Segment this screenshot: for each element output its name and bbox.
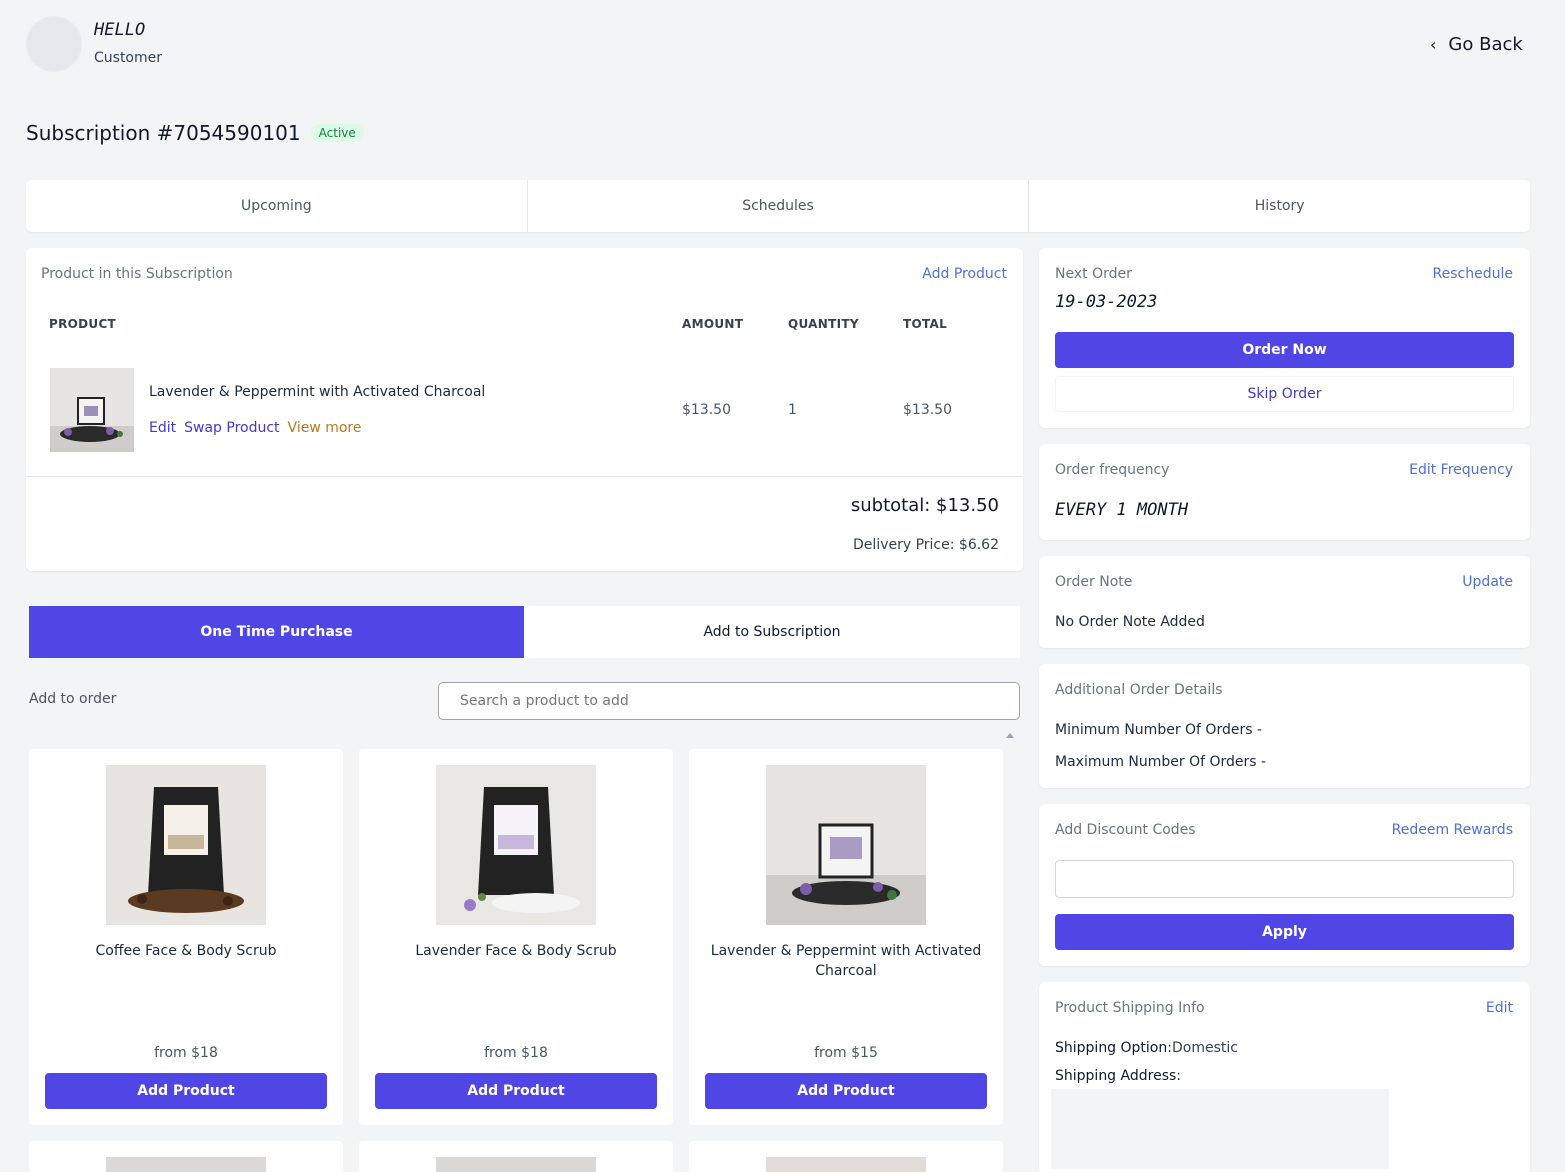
product-image (766, 765, 926, 925)
one-time-purchase-tab[interactable]: One Time Purchase (29, 606, 524, 658)
catalog-card (29, 1141, 343, 1172)
discount-code-input[interactable] (1055, 860, 1514, 898)
greeting: HELLO (94, 20, 146, 40)
discount-codes-card: Add Discount Codes Redeem Rewards Apply (1039, 804, 1530, 966)
product-actions: Edit Swap Product View more (149, 420, 361, 436)
edit-frequency-link[interactable]: Edit Frequency (1409, 462, 1513, 478)
shipping-info-label: Product Shipping Info (1055, 1000, 1205, 1016)
column-header-product: PRODUCT (49, 317, 117, 331)
order-note-label: Order Note (1055, 574, 1133, 590)
panel-title: Product in this Subscription (41, 266, 233, 282)
page-title: Subscription #7054590101 Active (26, 121, 364, 145)
order-frequency-card: Order frequency Edit Frequency EVERY 1 M… (1039, 444, 1530, 540)
add-to-subscription-tab[interactable]: Add to Subscription (524, 606, 1020, 658)
apply-discount-button[interactable]: Apply (1055, 914, 1514, 950)
additional-details-card: Additional Order Details Minimum Number … (1039, 664, 1530, 788)
delivery-price: Delivery Price: $6.62 (853, 537, 999, 553)
shipping-address-box (1051, 1089, 1389, 1169)
product-image (106, 1157, 266, 1172)
tab-history[interactable]: History (1029, 180, 1530, 232)
catalog-card (689, 1141, 1003, 1172)
add-to-order-label: Add to order (29, 691, 117, 707)
column-header-amount: AMOUNT (682, 317, 744, 331)
product-total: $13.50 (903, 402, 952, 418)
catalog-card: Coffee Face & Body Scrub from $18 Add Pr… (29, 749, 343, 1125)
product-thumbnail (50, 368, 134, 452)
product-amount: $13.50 (682, 402, 731, 418)
product-image (436, 1157, 596, 1172)
frequency-value: EVERY 1 MONTH (1055, 500, 1189, 520)
catalog-product-price: from $15 (814, 1045, 878, 1061)
add-product-button[interactable]: Add Product (375, 1073, 657, 1109)
column-header-total: TOTAL (903, 317, 948, 331)
catalog-card: Lavender Face & Body Scrub from $18 Add … (359, 749, 673, 1125)
order-note-value: No Order Note Added (1055, 614, 1205, 630)
add-product-link[interactable]: Add Product (922, 266, 1007, 282)
update-note-link[interactable]: Update (1462, 574, 1513, 590)
tab-upcoming[interactable]: Upcoming (26, 180, 528, 232)
max-orders: Maximum Number Of Orders - (1055, 754, 1267, 770)
column-header-quantity: QUANTITY (788, 317, 859, 331)
tab-schedules[interactable]: Schedules (528, 180, 1030, 232)
catalog-product-name: Coffee Face & Body Scrub (95, 943, 277, 959)
product-image (766, 1157, 926, 1172)
catalog-product-name: Lavender Face & Body Scrub (415, 943, 617, 959)
edit-shipping-link[interactable]: Edit (1486, 1000, 1513, 1016)
product-quantity: 1 (788, 402, 797, 418)
product-name: Lavender & Peppermint with Activated Cha… (149, 384, 486, 400)
divider (26, 476, 1023, 477)
user-role: Customer (94, 50, 163, 66)
additional-details-label: Additional Order Details (1055, 682, 1223, 698)
shipping-info-card: Product Shipping Info Edit Shipping Opti… (1039, 982, 1530, 1172)
search-product-input[interactable] (438, 682, 1020, 720)
next-order-card: Next Order Reschedule 19-03-2023 Order N… (1039, 248, 1530, 428)
swap-product-link[interactable]: Swap Product (184, 420, 279, 436)
tab-bar: Upcoming Schedules History (26, 180, 1530, 232)
avatar[interactable] (26, 16, 82, 72)
product-image (436, 765, 596, 925)
min-orders: Minimum Number Of Orders - (1055, 722, 1262, 738)
shipping-address-label: Shipping Address: (1055, 1068, 1181, 1084)
subscription-products-panel: Product in this Subscription Add Product… (26, 248, 1023, 571)
catalog-product-price: from $18 (484, 1045, 548, 1061)
edit-product-link[interactable]: Edit (149, 420, 176, 436)
order-frequency-label: Order frequency (1055, 462, 1170, 478)
catalog-product-price: from $18 (154, 1045, 218, 1061)
catalog-product-name: Lavender & Peppermint with Activated Cha… (710, 943, 982, 979)
add-product-button[interactable]: Add Product (45, 1073, 327, 1109)
subtotal: subtotal: $13.50 (850, 495, 999, 516)
next-order-label: Next Order (1055, 266, 1132, 282)
order-note-card: Order Note Update No Order Note Added (1039, 556, 1530, 648)
reschedule-link[interactable]: Reschedule (1433, 266, 1513, 282)
discount-codes-label: Add Discount Codes (1055, 822, 1196, 838)
catalog-card (359, 1141, 673, 1172)
redeem-rewards-link[interactable]: Redeem Rewards (1392, 822, 1513, 838)
next-order-date: 19-03-2023 (1055, 292, 1158, 312)
status-badge: Active (310, 124, 364, 142)
go-back-button[interactable]: ‹ Go Back (1430, 34, 1523, 55)
order-now-button[interactable]: Order Now (1055, 332, 1514, 368)
skip-order-button[interactable]: Skip Order (1055, 376, 1514, 412)
shipping-option: Shipping Option:Domestic (1055, 1040, 1238, 1056)
view-more-link[interactable]: View more (288, 420, 362, 436)
chevron-left-icon: ‹ (1430, 35, 1437, 54)
catalog-card: Lavender & Peppermint with Activated Cha… (689, 749, 1003, 1125)
product-image (106, 765, 266, 925)
scroll-up-arrow-icon[interactable] (1006, 733, 1014, 738)
add-product-button[interactable]: Add Product (705, 1073, 987, 1109)
